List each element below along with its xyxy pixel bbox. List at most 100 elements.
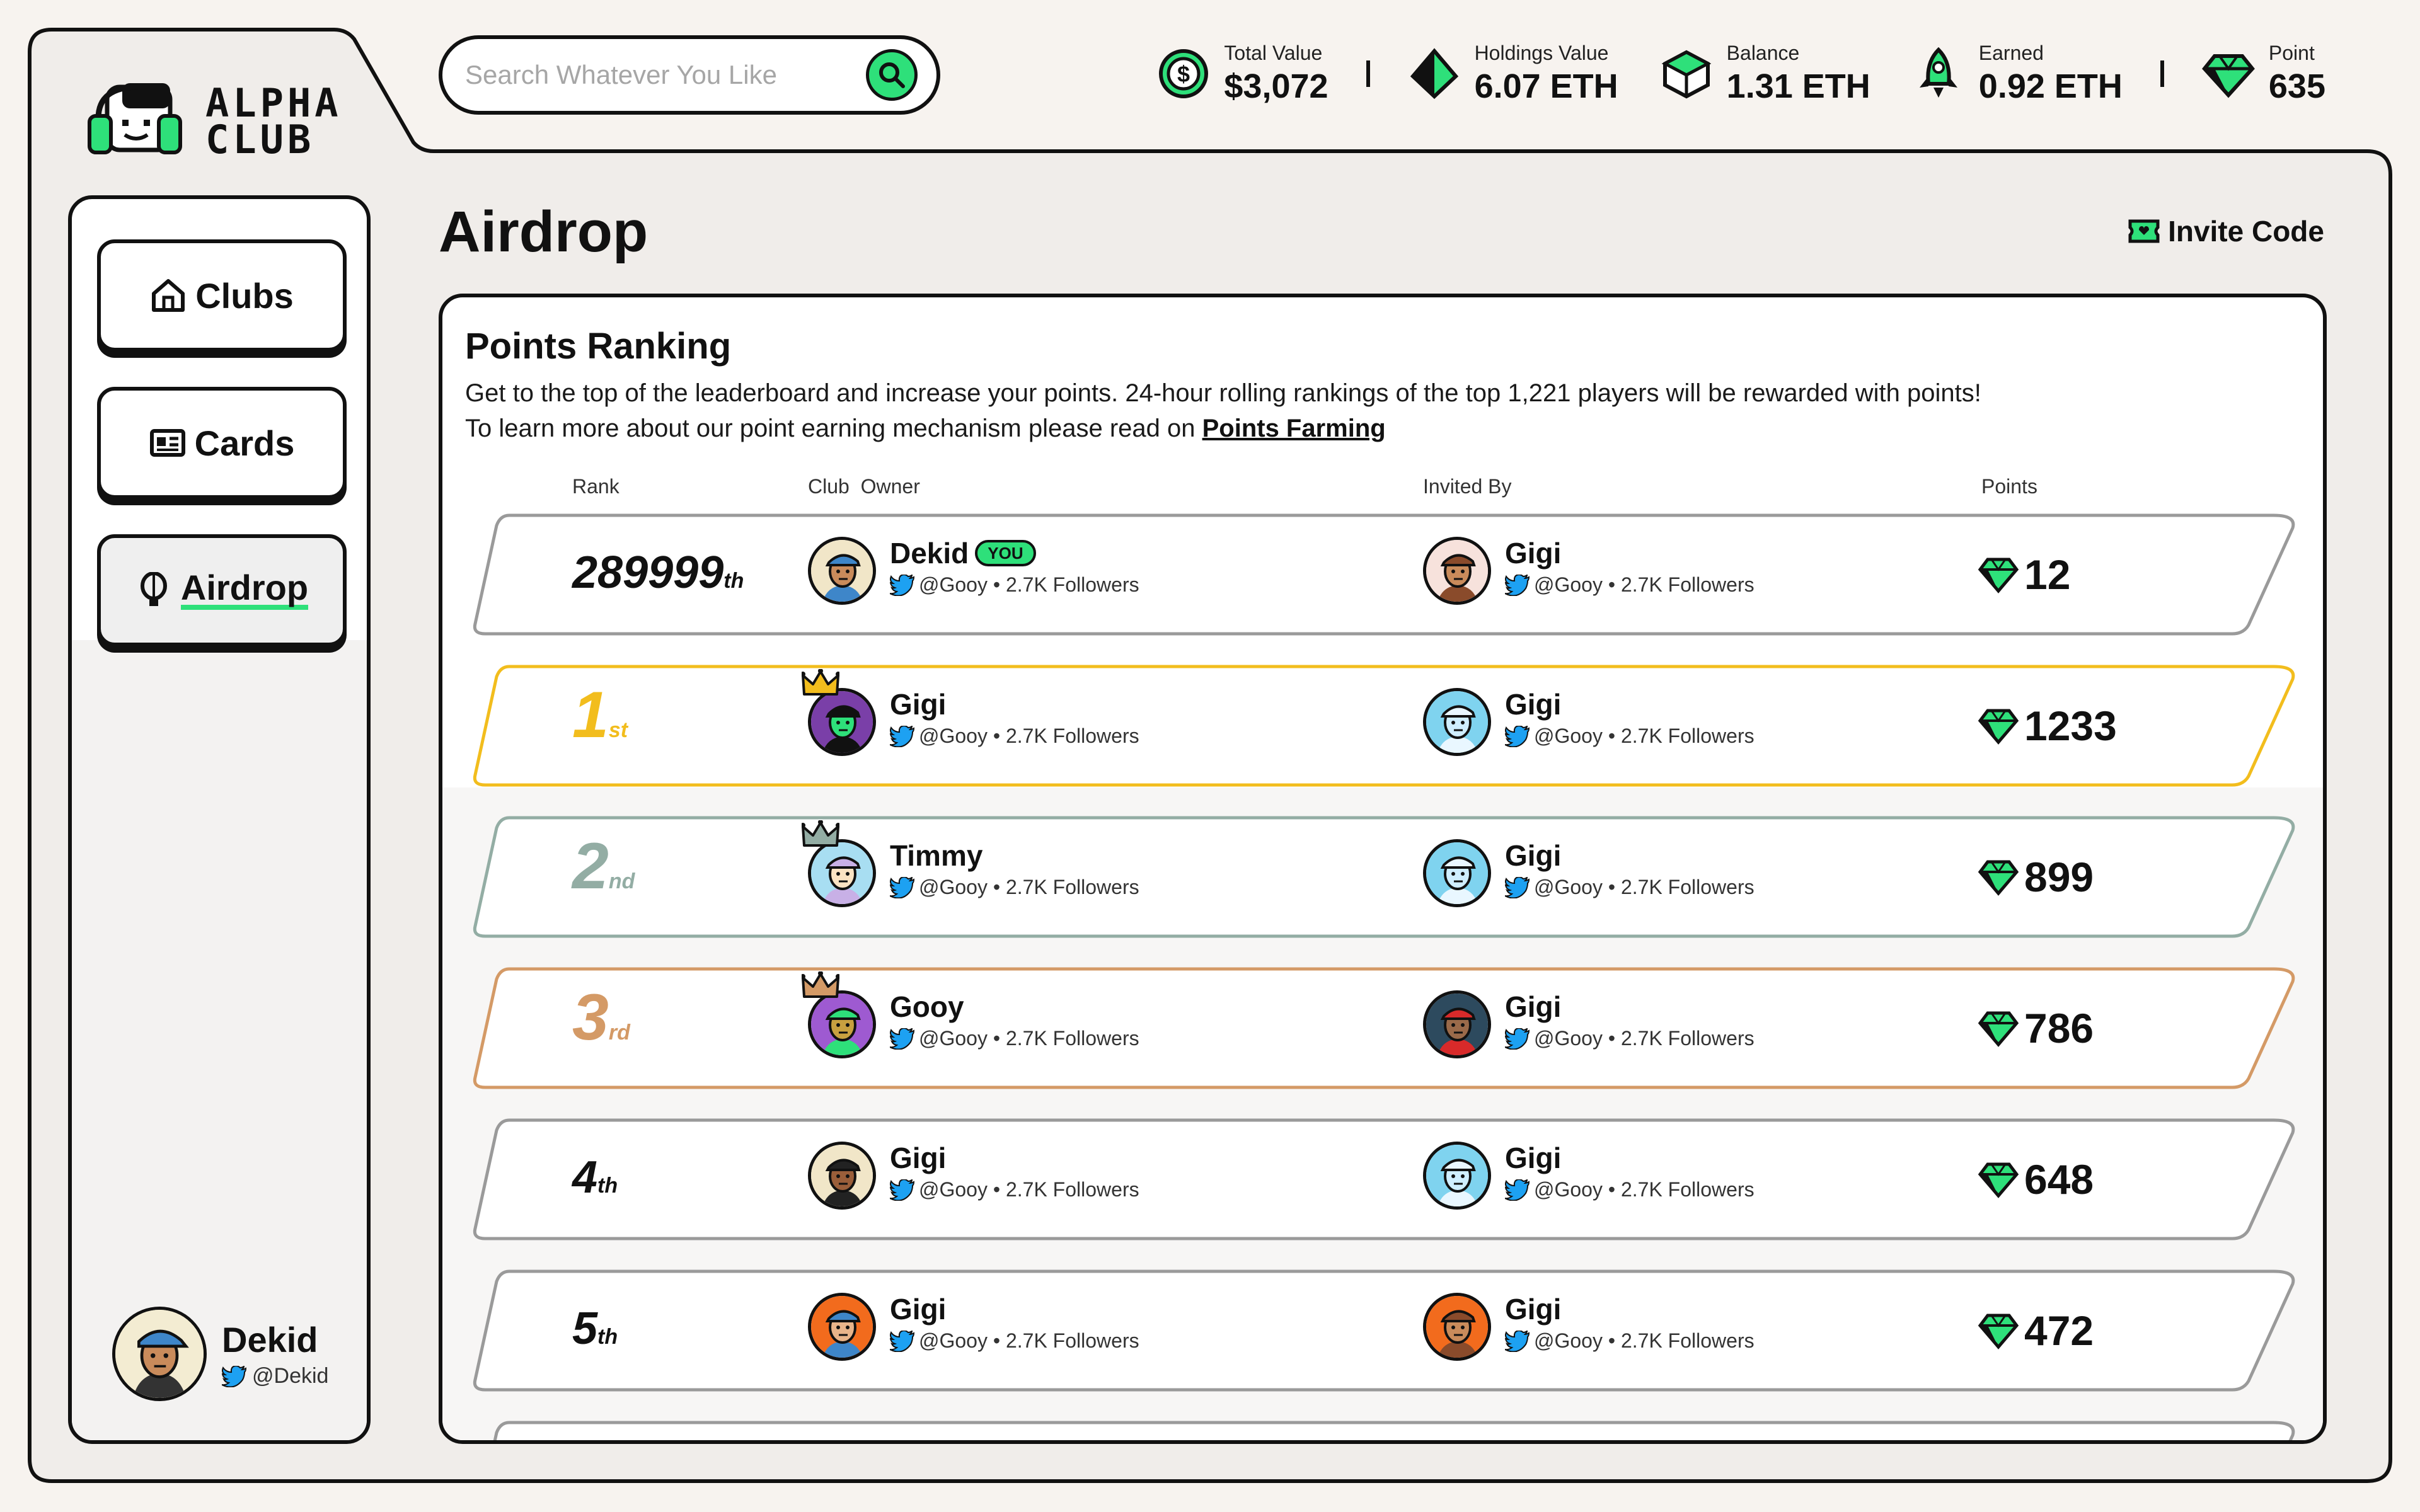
twitter-icon	[890, 876, 915, 898]
card-icon	[149, 429, 185, 457]
inviter-meta: @Gooy • 2.7K Followers	[1534, 573, 1754, 596]
inviter-name: Gigi	[1505, 990, 1562, 1023]
twitter-icon	[890, 725, 915, 747]
stat-point: Point 635	[2201, 42, 2325, 105]
balloon-icon	[140, 572, 167, 606]
points-number: 12	[2024, 551, 2071, 598]
stat-balance: Balance 1.31 ETH	[1660, 42, 1870, 105]
avatar	[808, 839, 876, 907]
ranking-row[interactable]: 2nd Timmy @Gooy • 2.7K Followers Gigi @G…	[471, 815, 2299, 939]
inviter[interactable]: Gigi @Gooy • 2.7K Followers	[1423, 1142, 1754, 1210]
alpha-club-logo[interactable]: ALPHA CLUB	[86, 81, 342, 163]
svg-text:$: $	[1177, 61, 1190, 87]
rank-suffix: th	[597, 1174, 618, 1198]
stat-value: 0.92 ETH	[1978, 67, 2123, 105]
rank-value: 2nd	[572, 833, 635, 910]
twitter-icon	[1505, 1330, 1530, 1352]
sidebar-item-cards[interactable]: Cards	[97, 387, 347, 499]
invite-code-label: Invite Code	[2168, 215, 2324, 248]
inviter-meta: @Gooy • 2.7K Followers	[1534, 876, 1754, 898]
invite-code-button[interactable]: Invite Code	[2128, 214, 2324, 248]
inviter-meta: @Gooy • 2.7K Followers	[1534, 1329, 1754, 1352]
club-owner[interactable]: Dekid YOU @Gooy • 2.7K Followers	[808, 537, 1139, 605]
stat-label: Point	[2268, 42, 2315, 64]
points-number: 472	[2024, 1307, 2094, 1354]
user-name: Dekid	[222, 1320, 318, 1360]
search-input[interactable]	[465, 60, 843, 90]
ranking-row[interactable]: 289999th Dekid YOU @Gooy • 2.7K Followers…	[471, 513, 2299, 636]
rank-number: 289999	[572, 547, 724, 598]
points-ranking-panel: Points Ranking Get to the top of the lea…	[439, 294, 2327, 1444]
avatar	[808, 990, 876, 1058]
stat-earned: Earned 0.92 ETH	[1912, 42, 2123, 105]
inviter-name: Gigi	[1505, 1293, 1562, 1326]
avatar	[808, 537, 876, 605]
rank-suffix: th	[723, 569, 744, 593]
club-owner[interactable]: Gooy @Gooy • 2.7K Followers	[802, 971, 1139, 1058]
twitter-icon	[1505, 876, 1530, 898]
sidebar-item-clubs[interactable]: Clubs	[97, 239, 347, 352]
rank-suffix: st	[608, 718, 628, 742]
logo-text: ALPHA CLUB	[205, 84, 342, 159]
owner-name: Gooy	[890, 990, 964, 1023]
divider	[1366, 60, 1370, 87]
ranking-row[interactable]: 1st Gigi @Gooy • 2.7K Followers Gigi @Go…	[471, 664, 2299, 788]
stats-bar: $ Total Value $3,072 Holdings Value 6.07…	[1157, 42, 2325, 105]
ranking-row[interactable]: 3rd Gooy @Gooy • 2.7K Followers Gigi @Go…	[471, 966, 2299, 1090]
column-header-rank: Rank	[572, 475, 619, 498]
rank-value: 4th	[572, 1149, 618, 1214]
points-value: 12	[1978, 551, 2070, 598]
inviter[interactable]: Gigi @Gooy • 2.7K Followers	[1423, 1293, 1754, 1361]
sidebar-item-label: Clubs	[195, 275, 294, 316]
rank-number: 3	[572, 981, 609, 1054]
rank-number: 4	[572, 1152, 598, 1203]
owner-name: Gigi	[890, 1293, 947, 1326]
sidebar-item-label: Cards	[194, 423, 295, 463]
inviter[interactable]: Gigi @Gooy • 2.7K Followers	[1423, 688, 1754, 756]
crown-icon	[802, 669, 839, 696]
sidebar-item-airdrop[interactable]: Airdrop	[97, 534, 347, 646]
rank-value: 289999th	[572, 544, 744, 609]
ranking-row-partial[interactable]	[471, 1420, 2299, 1440]
search-bar	[439, 35, 940, 115]
divider	[2160, 60, 2164, 87]
stat-label: Balance	[1726, 42, 1800, 64]
inviter-name: Gigi	[1505, 839, 1562, 872]
inviter[interactable]: Gigi @Gooy • 2.7K Followers	[1423, 990, 1754, 1058]
points-farming-link[interactable]: Points Farming	[1202, 415, 1386, 442]
avatar	[1423, 839, 1491, 907]
club-owner[interactable]: Gigi @Gooy • 2.7K Followers	[808, 1142, 1139, 1210]
search-button[interactable]	[866, 49, 918, 101]
gem-icon	[1978, 1011, 2019, 1047]
twitter-icon	[222, 1365, 247, 1387]
stat-value: 635	[2268, 67, 2325, 105]
owner-meta: @Gooy • 2.7K Followers	[919, 573, 1139, 596]
rank-value: 1st	[572, 682, 628, 759]
coin-icon: $	[1159, 49, 1209, 98]
twitter-icon	[890, 1028, 915, 1050]
stat-label: Holdings Value	[1474, 42, 1609, 64]
owner-meta: @Gooy • 2.7K Followers	[919, 1178, 1139, 1201]
rank-suffix: rd	[608, 1021, 630, 1045]
you-badge: YOU	[975, 540, 1036, 566]
page-title: Airdrop	[439, 200, 648, 264]
gem-icon	[1978, 1162, 2019, 1198]
ranking-row[interactable]: 5th Gigi @Gooy • 2.7K Followers Gigi @Go…	[471, 1269, 2299, 1392]
stat-value: 1.31 ETH	[1726, 67, 1870, 105]
avatar	[1423, 537, 1491, 605]
inviter[interactable]: Gigi @Gooy • 2.7K Followers	[1423, 537, 1754, 605]
owner-name: Gigi	[890, 688, 947, 721]
gem-icon	[1978, 1314, 2019, 1349]
avatar	[1423, 1142, 1491, 1210]
club-owner[interactable]: Gigi @Gooy • 2.7K Followers	[808, 1293, 1139, 1361]
ranking-row[interactable]: 4th Gigi @Gooy • 2.7K Followers Gigi @Go…	[471, 1118, 2299, 1241]
rank-number: 1	[572, 679, 609, 752]
ethereum-icon	[1410, 47, 1458, 99]
user-handle: @Dekid	[222, 1364, 328, 1389]
owner-meta: @Gooy • 2.7K Followers	[919, 1329, 1139, 1352]
club-owner[interactable]: Gigi @Gooy • 2.7K Followers	[802, 669, 1139, 756]
gem-icon	[1978, 709, 2019, 745]
inviter[interactable]: Gigi @Gooy • 2.7K Followers	[1423, 839, 1754, 907]
current-user[interactable]: Dekid @Dekid	[112, 1307, 328, 1401]
club-owner[interactable]: Timmy @Gooy • 2.7K Followers	[802, 820, 1139, 907]
